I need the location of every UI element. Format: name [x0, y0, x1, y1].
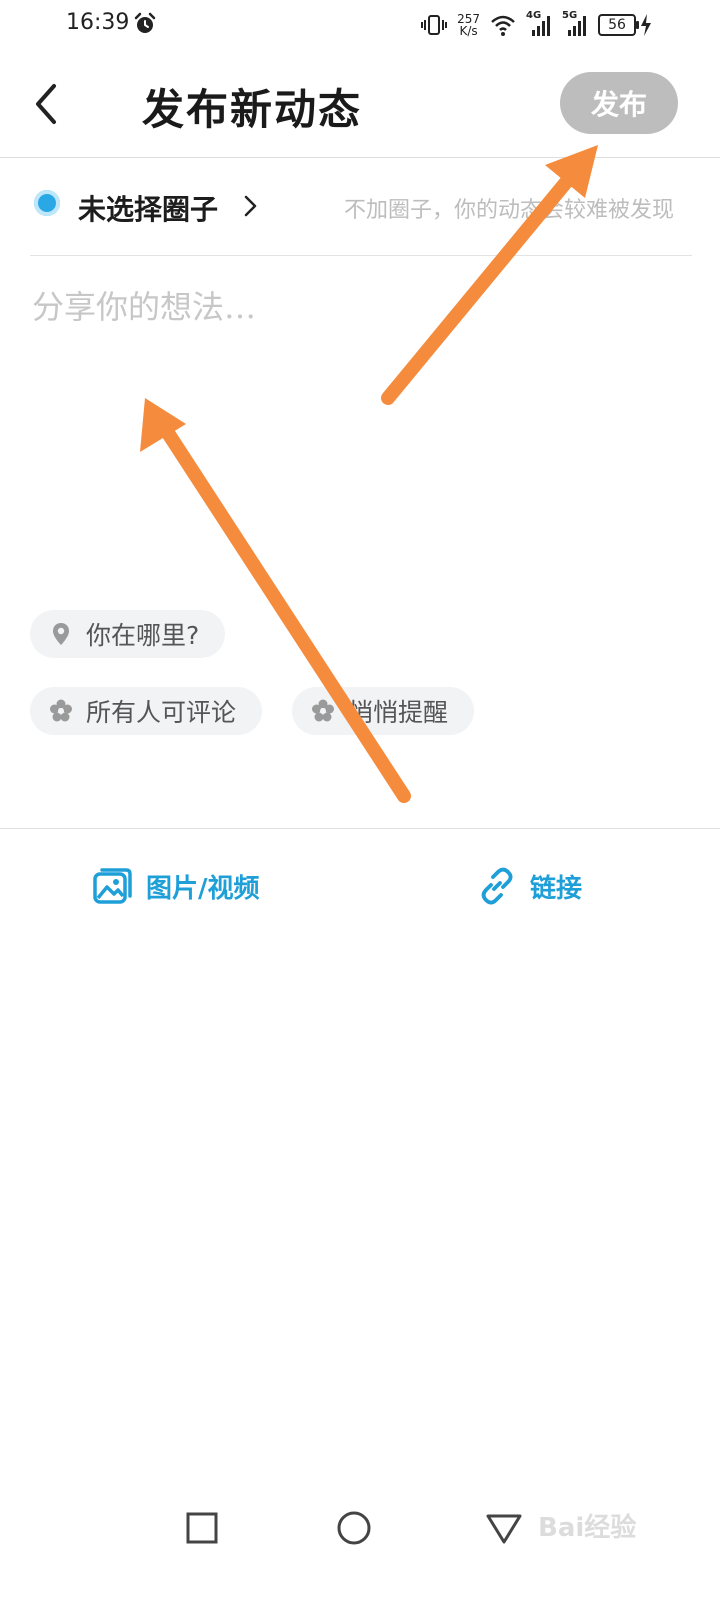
- back-arrow-icon[interactable]: [30, 82, 66, 126]
- watermark-text: Bai经验: [538, 1512, 637, 1543]
- circle-row: 未选择圈子 不加圈子，你的动态会较难被发现: [30, 180, 690, 236]
- circle-hint: 不加圈子，你的动态会较难被发现: [343, 198, 674, 223]
- circle-divider: [30, 255, 692, 256]
- add-link-button[interactable]: 链接: [476, 860, 582, 912]
- status-time: 16:39: [66, 10, 130, 35]
- remind-chip-label: 悄悄提醒: [348, 698, 449, 727]
- publish-button[interactable]: 发布: [560, 72, 678, 134]
- recent-apps-icon[interactable]: [182, 1508, 222, 1548]
- network-speed-unit: K/s: [459, 24, 478, 38]
- circle-selector[interactable]: 未选择圈子: [30, 180, 270, 236]
- watermark: Bai经验: [538, 1500, 678, 1550]
- comment-permission-label: 所有人可评论: [86, 698, 237, 727]
- battery-level: 56: [598, 14, 639, 36]
- network-speed: 257 K/s: [457, 13, 480, 37]
- status-icons: 257 K/s 4G 5G 56: [421, 10, 652, 40]
- alarm-icon: [134, 12, 156, 33]
- post-content-input[interactable]: [30, 280, 694, 584]
- location-pin-icon: [53, 623, 69, 645]
- signal-4g-icon: 4G: [526, 10, 552, 38]
- circle-label: 未选择圈子: [78, 193, 219, 226]
- header: 发布新动态 发布: [0, 60, 720, 158]
- vibrate-icon: [421, 15, 448, 35]
- add-media-label: 图片/视频: [146, 873, 260, 904]
- signal-5g-icon: 5G: [562, 10, 588, 38]
- home-icon[interactable]: [334, 1508, 374, 1548]
- add-link-label: 链接: [530, 873, 583, 904]
- location-chip[interactable]: 你在哪里?: [30, 610, 226, 658]
- page-title: 发布新动态: [142, 85, 363, 134]
- network-5g-label: 5G: [562, 10, 578, 21]
- wifi-icon: [491, 15, 515, 36]
- link-icon: [481, 867, 513, 905]
- location-chip-label: 你在哪里?: [86, 621, 200, 650]
- flower-remind-icon: [312, 699, 334, 722]
- network-4g-label: 4G: [526, 10, 542, 21]
- status-bar: 16:39 257 K/s 4G 5G 56: [0, 0, 720, 50]
- charging-icon: [641, 14, 651, 36]
- annotation-arrows: [140, 145, 598, 803]
- image-icon: [93, 868, 132, 904]
- circle-radio-icon: [34, 190, 60, 216]
- remind-chip[interactable]: 悄悄提醒: [292, 687, 475, 735]
- battery-icon: 56: [598, 14, 652, 36]
- chevron-right-icon: [244, 195, 257, 217]
- add-media-button[interactable]: 图片/视频: [92, 860, 260, 912]
- comment-permission-chip[interactable]: 所有人可评论: [30, 687, 263, 735]
- flower-settings-icon: [50, 699, 72, 722]
- toolbar-divider: [0, 828, 720, 829]
- header-divider: [0, 157, 720, 158]
- back-triangle-icon[interactable]: [484, 1508, 524, 1548]
